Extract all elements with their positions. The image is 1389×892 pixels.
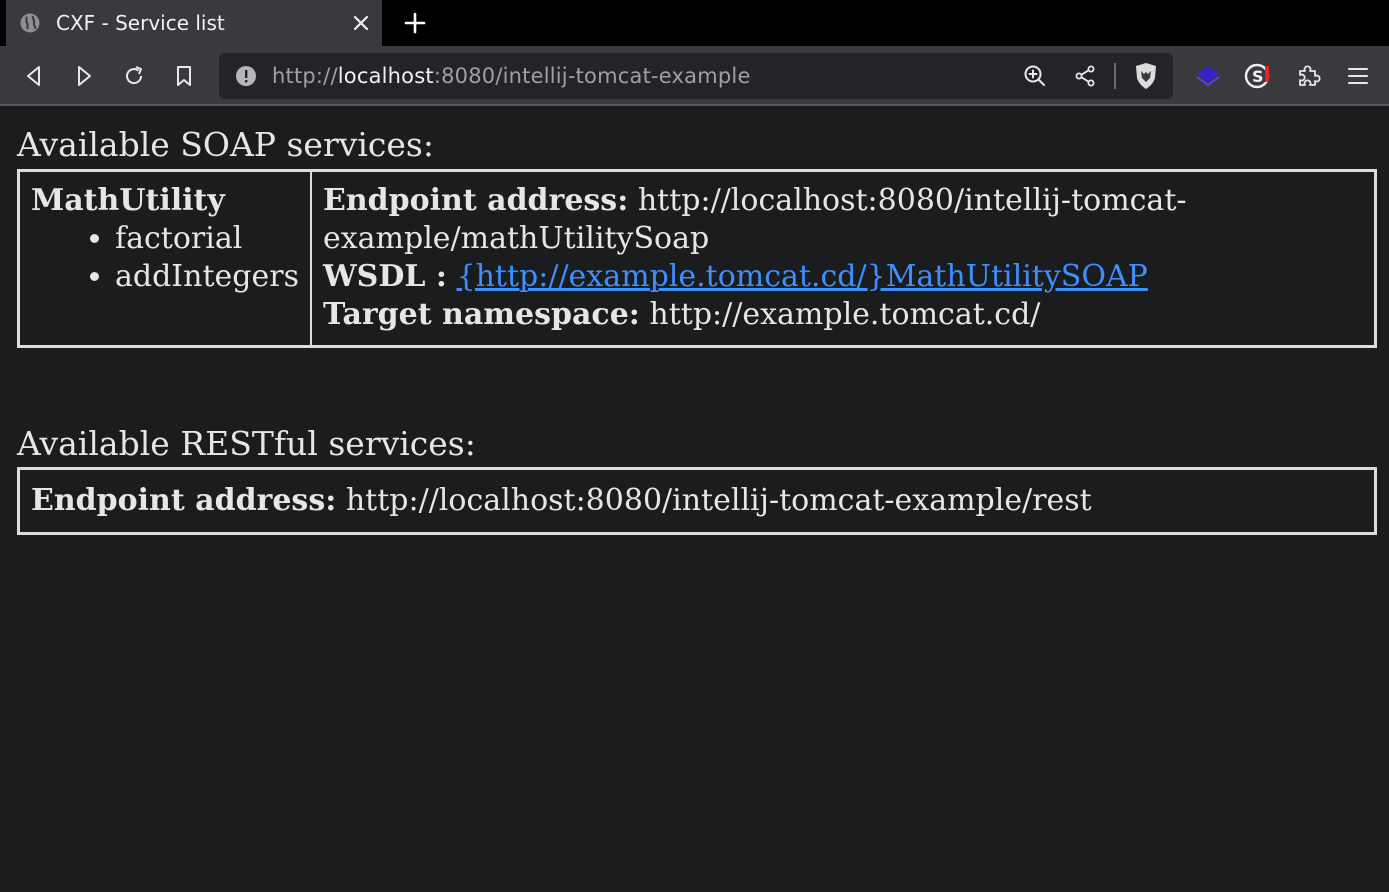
service-cell: MathUtility factorial addIntegers — [20, 172, 312, 345]
endpoint-label: Endpoint address: — [322, 183, 629, 218]
layers-extension-icon[interactable] — [1192, 60, 1224, 92]
svg-text:S: S — [1252, 67, 1264, 86]
close-tab-icon[interactable] — [350, 12, 372, 34]
wsdl-link[interactable]: {http://example.tomcat.cd/}MathUtilitySO… — [457, 259, 1148, 294]
navigation-toolbar: http://localhost:8080/intellij-tomcat-ex… — [0, 46, 1389, 106]
wsdl-row: WSDL : {http://example.tomcat.cd/}MathUt… — [323, 258, 1363, 296]
s-extension-icon[interactable]: S — [1242, 60, 1274, 92]
bookmark-icon[interactable] — [168, 60, 200, 92]
namespace-row: Target namespace: http://example.tomcat.… — [323, 296, 1363, 334]
tab-strip: CXF - Service list — [0, 0, 1389, 46]
tab-title: CXF - Service list — [56, 11, 225, 35]
reload-icon[interactable] — [118, 60, 150, 92]
rest-endpoint-value: http://localhost:8080/intellij-tomcat-ex… — [345, 483, 1092, 518]
service-name: MathUtility — [31, 183, 225, 218]
brave-shields-icon[interactable] — [1130, 60, 1162, 92]
address-bar-divider — [1114, 63, 1116, 89]
share-icon[interactable] — [1069, 60, 1101, 92]
soap-services-heading: Available SOAP services: — [17, 125, 434, 164]
site-info-icon[interactable] — [235, 65, 257, 87]
url-text[interactable]: http://localhost:8080/intellij-tomcat-ex… — [272, 64, 751, 88]
operations-list: factorial addIntegers — [31, 220, 299, 296]
forward-icon[interactable] — [68, 60, 100, 92]
active-tab[interactable]: CXF - Service list — [6, 0, 382, 46]
namespace-label: Target namespace: — [322, 297, 640, 332]
endpoint-value-line2: example/mathUtilitySoap — [322, 221, 710, 256]
list-item: addIntegers — [115, 258, 299, 296]
table-row: Endpoint address: http://localhost:8080/… — [20, 470, 1374, 532]
extensions-puzzle-icon[interactable] — [1292, 60, 1324, 92]
rest-services-table: Endpoint address: http://localhost:8080/… — [17, 467, 1377, 535]
globe-icon — [20, 13, 40, 33]
menu-hamburger-icon[interactable] — [1342, 60, 1374, 92]
new-tab-plus-icon[interactable] — [402, 10, 428, 36]
url-scheme: http:// — [272, 64, 338, 88]
list-item: factorial — [115, 220, 299, 258]
endpoint-value-line1: http://localhost:8080/intellij-tomcat- — [637, 183, 1187, 218]
zoom-icon[interactable] — [1019, 60, 1051, 92]
url-path: :8080/intellij-tomcat-example — [433, 64, 751, 88]
namespace-value: http://example.tomcat.cd/ — [649, 297, 1041, 332]
rest-services-heading: Available RESTful services: — [17, 424, 476, 463]
wsdl-label: WSDL : — [322, 259, 447, 294]
rest-endpoint-label: Endpoint address: — [31, 483, 337, 518]
url-host: localhost — [337, 64, 434, 88]
table-row: MathUtility factorial addIntegers Endpoi… — [20, 172, 1374, 345]
service-details-cell: Endpoint address: http://localhost:8080/… — [312, 172, 1374, 345]
endpoint-row: Endpoint address: http://localhost:8080/… — [323, 182, 1363, 258]
address-bar[interactable]: http://localhost:8080/intellij-tomcat-ex… — [219, 53, 1173, 99]
back-icon[interactable] — [18, 60, 50, 92]
rest-endpoint-cell: Endpoint address: http://localhost:8080/… — [20, 470, 1374, 532]
soap-services-table: MathUtility factorial addIntegers Endpoi… — [17, 169, 1377, 348]
